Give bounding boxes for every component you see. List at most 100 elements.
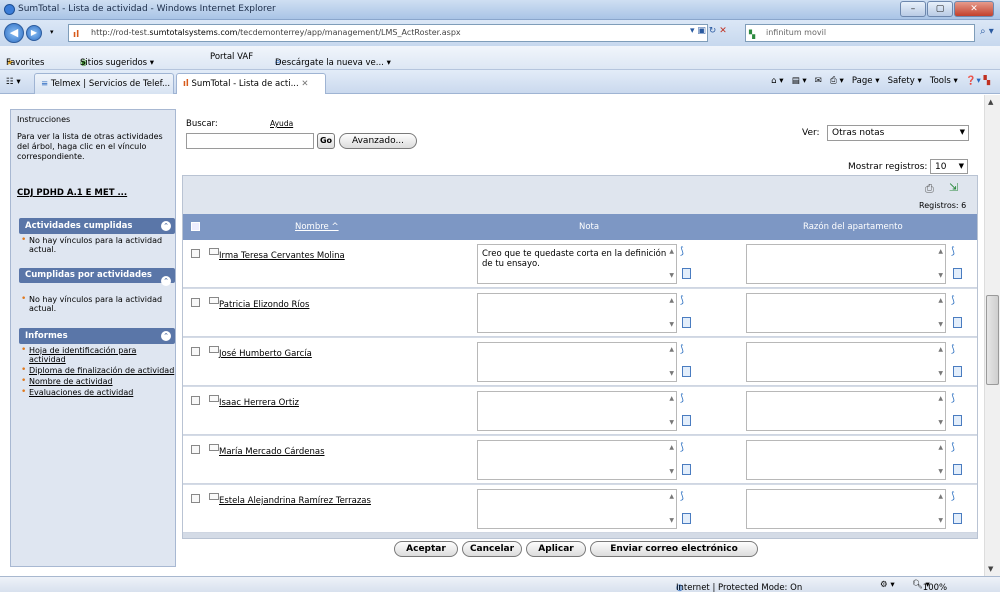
print-icon[interactable]: ⎙: [925, 182, 934, 196]
edit-icon[interactable]: [953, 513, 962, 524]
spellcheck-icon[interactable]: ⟆: [680, 344, 684, 355]
tab-sumtotal[interactable]: ıl SumTotal - Lista de acti... ✕: [176, 73, 326, 94]
export-icon[interactable]: ⇲: [949, 181, 958, 194]
report-link[interactable]: Hoja de identificación para actividad: [19, 346, 175, 364]
row-checkbox[interactable]: [191, 347, 200, 356]
mail-icon[interactable]: [209, 493, 219, 500]
select-all-checkbox[interactable]: [191, 222, 200, 231]
send-email-button[interactable]: Enviar correo electrónico: [590, 541, 758, 557]
portal-vaf-link[interactable]: Portal VAF: [210, 52, 253, 62]
spellcheck-icon[interactable]: ⟆: [680, 295, 684, 306]
cancel-button[interactable]: Cancelar: [462, 541, 522, 557]
spellcheck-icon[interactable]: ⟆: [951, 393, 955, 404]
student-name-link[interactable]: Patricia Elizondo Ríos: [219, 300, 309, 310]
spellcheck-icon[interactable]: ⟆: [951, 442, 955, 453]
activity-link[interactable]: CDJ PDHD A.1 E MET ...: [17, 188, 127, 198]
edit-icon[interactable]: [953, 366, 962, 377]
help-link[interactable]: Ayuda: [270, 119, 293, 128]
tools-menu[interactable]: Tools ▾: [930, 76, 958, 86]
collapse-icon[interactable]: ⌃: [161, 221, 171, 231]
print-icon[interactable]: ⎙ ▾: [830, 76, 844, 86]
search-icon[interactable]: ⌕ ▾: [980, 26, 994, 37]
student-name-link[interactable]: Estela Alejandrina Ramírez Terrazas: [219, 496, 371, 506]
zoom-control[interactable]: 🔍︎ 100% ▾: [912, 580, 947, 592]
note-textarea[interactable]: ▲ ▼: [477, 391, 677, 431]
edit-icon[interactable]: [953, 317, 962, 328]
panel-header-reports[interactable]: Informes ⌃: [19, 328, 175, 344]
records-select[interactable]: 10 ▼: [930, 159, 968, 174]
student-name-link[interactable]: José Humberto García: [219, 349, 312, 359]
protected-mode-icon[interactable]: ⚙ ▾: [880, 580, 895, 590]
note-textarea[interactable]: ▲ ▼: [477, 342, 677, 382]
spellcheck-icon[interactable]: ⟆: [951, 344, 955, 355]
feeds-icon[interactable]: ▤ ▾: [792, 76, 807, 86]
note-textarea[interactable]: ▲ ▼: [477, 293, 677, 333]
page-menu[interactable]: Page ▾: [852, 76, 880, 86]
mail-icon[interactable]: [209, 444, 219, 451]
url-field[interactable]: ıl http://rod-test.sumtotalsystems.com/t…: [68, 24, 708, 42]
spellcheck-icon[interactable]: ⟆: [680, 246, 684, 257]
edit-icon[interactable]: [682, 464, 691, 475]
maximize-button[interactable]: ▢: [927, 1, 953, 17]
collapse-icon[interactable]: ⌃: [161, 331, 171, 341]
edit-icon[interactable]: [682, 366, 691, 377]
minimize-button[interactable]: –: [900, 1, 926, 17]
row-checkbox[interactable]: [191, 249, 200, 258]
spellcheck-icon[interactable]: ⟆: [951, 295, 955, 306]
panel-header-completed[interactable]: Actividades cumplidas ⌃: [19, 218, 175, 234]
row-checkbox[interactable]: [191, 298, 200, 307]
note-textarea[interactable]: Creo que te quedaste corta en la definic…: [477, 244, 677, 284]
note-textarea[interactable]: ▲ ▼: [477, 440, 677, 480]
url-actions[interactable]: ▾ ▣ ↻ ✕: [690, 26, 727, 36]
reason-textarea[interactable]: ▲ ▼: [746, 440, 946, 480]
note-textarea[interactable]: ▲ ▼: [477, 489, 677, 529]
spellcheck-icon[interactable]: ⟆: [951, 246, 955, 257]
close-window-button[interactable]: ✕: [954, 1, 994, 17]
student-name-link[interactable]: María Mercado Cárdenas: [219, 447, 325, 457]
reason-textarea[interactable]: ▲ ▼: [746, 293, 946, 333]
edit-icon[interactable]: [953, 415, 962, 426]
report-link[interactable]: Diploma de finalización de actividad: [19, 366, 175, 375]
edit-icon[interactable]: [682, 268, 691, 279]
mail-icon[interactable]: ✉: [815, 76, 822, 86]
report-link[interactable]: Evaluaciones de actividad: [19, 388, 175, 397]
edit-icon[interactable]: [682, 513, 691, 524]
view-select[interactable]: Otras notas ▼: [827, 125, 969, 141]
search-box[interactable]: ▚ infinitum movil: [745, 24, 975, 42]
reason-textarea[interactable]: ▲ ▼: [746, 342, 946, 382]
student-name-link[interactable]: Irma Teresa Cervantes Molina: [219, 251, 345, 261]
collapse-icon[interactable]: ⌃: [161, 276, 171, 286]
spellcheck-icon[interactable]: ⟆: [680, 491, 684, 502]
row-checkbox[interactable]: [191, 445, 200, 454]
reason-textarea[interactable]: ▲ ▼: [746, 391, 946, 431]
edit-icon[interactable]: [953, 268, 962, 279]
reason-textarea[interactable]: ▲ ▼: [746, 489, 946, 529]
report-link[interactable]: Nombre de actividad: [19, 377, 175, 386]
panel-header-completed-by[interactable]: Cumplidas por actividades ⌃: [19, 268, 175, 286]
row-checkbox[interactable]: [191, 494, 200, 503]
mail-icon[interactable]: [209, 346, 219, 353]
reason-textarea[interactable]: ▲ ▼: [746, 244, 946, 284]
research-icon[interactable]: ▚: [983, 76, 990, 86]
back-button[interactable]: ◀: [4, 23, 24, 43]
scroll-thumb[interactable]: [986, 295, 999, 385]
apply-button[interactable]: Aplicar: [526, 541, 586, 557]
student-name-link[interactable]: Isaac Herrera Ortiz: [219, 398, 299, 408]
quick-tabs-icon[interactable]: ☷ ▾: [6, 77, 21, 87]
spellcheck-icon[interactable]: ⟆: [680, 442, 684, 453]
tab-telmex[interactable]: ≡ Telmex | Servicios de Telef...: [34, 73, 174, 94]
edit-icon[interactable]: [682, 415, 691, 426]
spellcheck-icon[interactable]: ⟆: [951, 491, 955, 502]
go-button[interactable]: Go: [317, 133, 335, 149]
safety-menu[interactable]: Safety ▾: [888, 76, 922, 86]
mail-icon[interactable]: [209, 248, 219, 255]
mail-icon[interactable]: [209, 297, 219, 304]
home-icon[interactable]: ⌂ ▾: [771, 76, 783, 86]
row-checkbox[interactable]: [191, 396, 200, 405]
edit-icon[interactable]: [682, 317, 691, 328]
column-name[interactable]: Nombre ^: [295, 222, 339, 232]
history-dropdown-icon[interactable]: ▾: [50, 28, 54, 36]
accept-button[interactable]: Aceptar: [394, 541, 458, 557]
forward-button[interactable]: ▶: [26, 25, 42, 41]
page-scrollbar[interactable]: ▲ ▼: [984, 95, 1000, 576]
